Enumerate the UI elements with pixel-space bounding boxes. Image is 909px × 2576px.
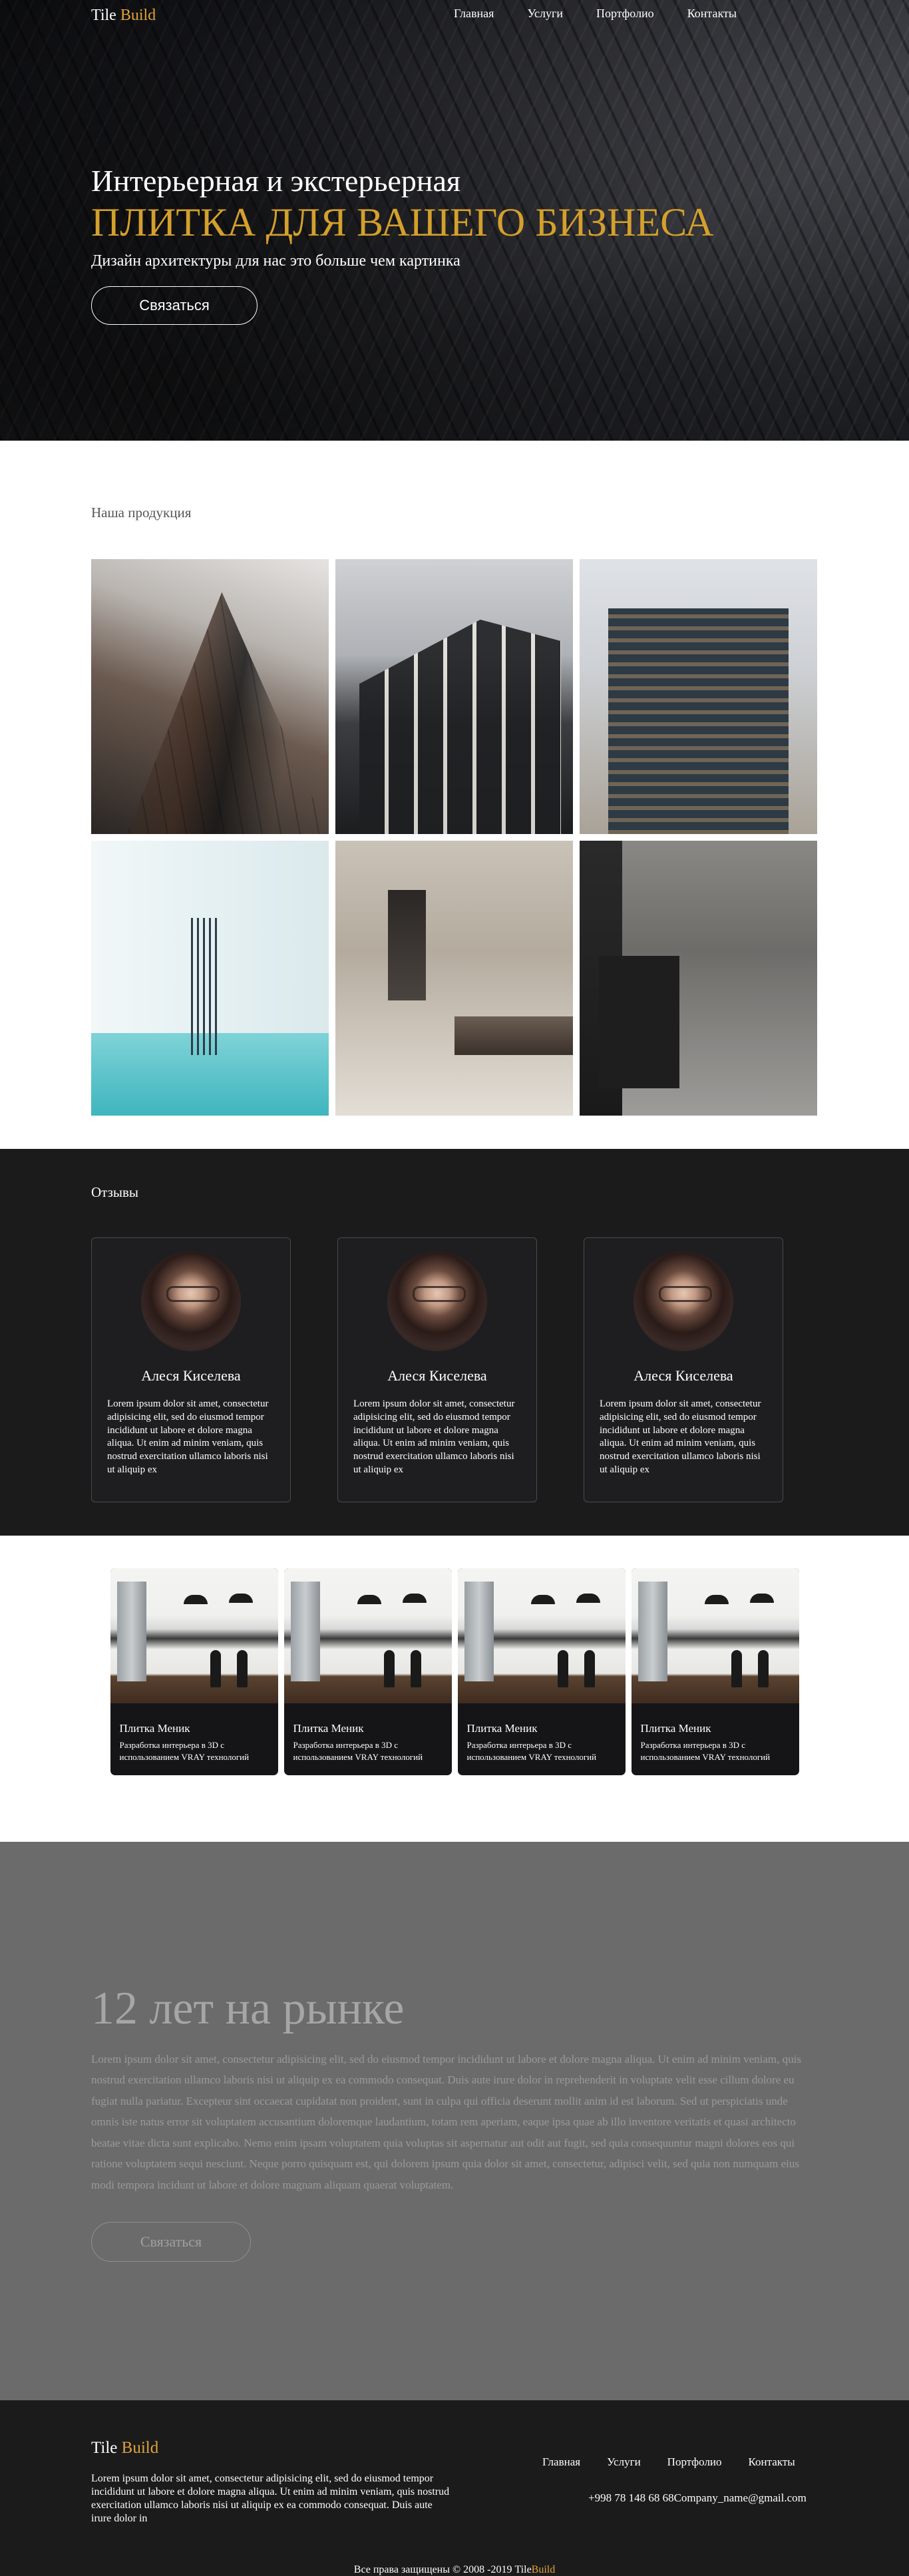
products-grid [91,559,818,1116]
nav-menu: Главная Услуги Портфолио Контакты [454,7,770,21]
nav-item-services[interactable]: Услуги [527,7,563,21]
review-card: Алеся Киселева Lorem ipsum dolor sit ame… [584,1237,783,1502]
footer: Tile Build Lorem ipsum dolor sit amet, c… [0,2400,909,2576]
kitchens-section: Плитка Меник Разработка интерьера в 3D с… [0,1536,909,1842]
hero-section: Tile Build Главная Услуги Портфолио Конт… [0,0,909,441]
footer-nav-contacts[interactable]: Контакты [749,2456,795,2469]
product-image-interior[interactable] [580,841,817,1116]
kitchen-title: Плитка Меник [466,1722,538,1735]
kitchen-text: Разработка интерьера в 3D с использовани… [293,1740,423,1762]
kitchen-card[interactable]: Плитка Меник Разработка интерьера в 3D с… [110,1568,278,1775]
kitchen-image [631,1568,799,1703]
review-text: Lorem ipsum dolor sit amet, consectetur … [353,1398,515,1475]
review-card: Алеся Киселева Lorem ipsum dolor sit ame… [91,1237,291,1502]
logo[interactable]: Tile Build [91,7,156,25]
nav-item-contacts[interactable]: Контакты [687,7,737,21]
footer-logo-main: Tile [91,2439,118,2457]
kitchen-text: Разработка интерьера в 3D с использовани… [466,1740,597,1762]
kitchen-image [457,1568,626,1703]
footer-nav-services[interactable]: Услуги [607,2456,641,2469]
products-section: Наша продукция [0,441,909,1149]
hero-contact-button[interactable]: Связаться [91,286,258,325]
avatar [387,1251,487,1351]
review-text: Lorem ipsum dolor sit amet, consectetur … [107,1398,269,1475]
review-author: Алеся Киселева [634,1367,733,1384]
product-image-modern-building[interactable] [335,559,573,834]
footer-nav-portfolio[interactable]: Портфолио [667,2456,722,2469]
hero-content: Интерьерная и экстерьерная ПЛИТКА ДЛЯ ВА… [91,164,713,325]
kitchen-text: Разработка интерьера в 3D с использовани… [119,1740,250,1762]
hero-title: Интерьерная и экстерьерная [91,164,461,198]
reviews-title: Отзывы [91,1184,139,1200]
years-contact-button[interactable]: Связаться [91,2222,251,2262]
product-image-office-tower[interactable] [580,559,817,834]
review-card: Алеся Киселева Lorem ipsum dolor sit ame… [337,1237,537,1502]
product-image-bathroom[interactable] [91,841,329,1116]
copyright: Все права защищены © 2008 -2019 TileBuil… [0,2564,909,2576]
footer-contact[interactable]: +998 78 148 68 68Company_name@gmail.com [588,2491,807,2505]
kitchen-card[interactable]: Плитка Меник Разработка интерьера в 3D с… [631,1568,799,1775]
copyright-text: Все права защищены © 2008 -2019 Tile [353,2564,532,2575]
footer-logo[interactable]: Tile Build [91,2439,158,2458]
nav-item-portfolio[interactable]: Портфолио [596,7,654,21]
years-text: Lorem ipsum dolor sit amet, consectetur … [91,2053,801,2191]
avatar [141,1251,241,1351]
product-image-marble-bathroom[interactable] [335,841,573,1116]
reviews-list: Алеся Киселева Lorem ipsum dolor sit ame… [91,1237,818,1502]
footer-text: Lorem ipsum dolor sit amet, consectetur … [91,2473,450,2524]
years-title: 12 лет на рынке [91,1983,405,2034]
years-section: 12 лет на рынке Lorem ipsum dolor sit am… [0,1842,909,2400]
kitchen-image [283,1568,452,1703]
copyright-accent: Build [531,2564,556,2575]
nav-item-home[interactable]: Главная [454,7,494,21]
product-image-skyscraper[interactable] [91,559,329,834]
kitchen-title: Плитка Меник [293,1722,364,1735]
logo-main: Tile [91,7,116,24]
top-nav: Tile Build Главная Услуги Портфолио Конт… [0,0,909,33]
kitchen-image [110,1568,278,1703]
footer-logo-accent: Build [121,2439,159,2457]
footer-menu: Главная Услуги Портфолио Контакты [542,2456,822,2469]
kitchen-card[interactable]: Плитка Меник Разработка интерьера в 3D с… [457,1568,626,1775]
hero-subtitle: ПЛИТКА ДЛЯ ВАШЕГО БИЗНЕСА [91,200,714,244]
products-title: Наша продукция [91,505,192,521]
hero-lead: Дизайн архитектуры для нас это больше че… [91,252,460,270]
kitchen-title: Плитка Меник [119,1722,190,1735]
kitchen-card[interactable]: Плитка Меник Разработка интерьера в 3D с… [283,1568,452,1775]
footer-nav-home[interactable]: Главная [542,2456,580,2469]
review-text: Lorem ipsum dolor sit amet, consectetur … [600,1398,761,1475]
reviews-section: Отзывы Алеся Киселева Lorem ipsum dolor … [0,1149,909,1536]
review-author: Алеся Киселева [141,1367,241,1384]
kitchen-title: Плитка Меник [640,1722,711,1735]
logo-accent: Build [120,7,156,24]
avatar [634,1251,733,1351]
kitchen-text: Разработка интерьера в 3D с использовани… [640,1740,771,1762]
review-author: Алеся Киселева [387,1367,487,1384]
